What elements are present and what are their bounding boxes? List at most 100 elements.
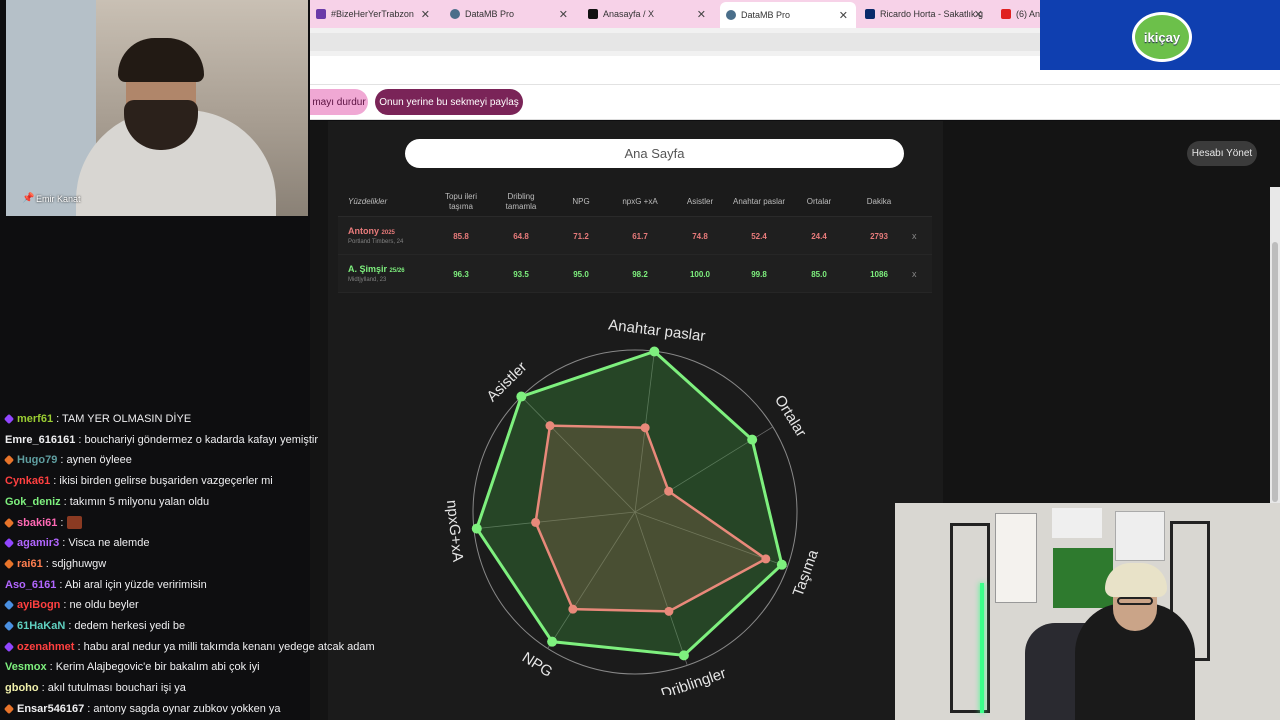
chat-text: : sdjghuwgw <box>45 557 107 570</box>
chat-message: rai61: sdjghuwgw <box>3 554 107 574</box>
chat-message: gboho: akıl tutulması bouchari işi ya <box>5 678 186 698</box>
address-bar[interactable] <box>310 33 1040 51</box>
chat-message: Aso_6161: Abi aral için yüzde veririmisi… <box>5 575 207 595</box>
subscriber-badge-icon[interactable] <box>3 455 15 466</box>
radar-point <box>547 636 558 647</box>
tab-favicon-icon <box>316 9 326 19</box>
tab-youtube[interactable]: (6) An <box>995 4 1040 24</box>
subscriber-badge-icon[interactable] <box>3 558 15 569</box>
radar-chart: Anahtar paslarOrtalarTaşımaDriblinglerNP… <box>443 317 822 695</box>
chat-username[interactable]: Aso_6161 <box>5 579 56 591</box>
chat-username[interactable]: merf61 <box>17 413 53 425</box>
chat-username[interactable]: Emre_616161 <box>5 434 75 446</box>
tab-x-home[interactable]: Anasayfa / X ✕ <box>582 4 714 24</box>
column-header[interactable]: NPG <box>553 187 609 217</box>
subscriber-badge-icon[interactable] <box>3 517 15 528</box>
remove-player-button[interactable]: x <box>912 255 917 293</box>
share-this-tab-button[interactable]: Onun yerine bu sekmeyi paylaş <box>375 89 523 115</box>
chat-username[interactable]: rai61 <box>17 558 43 570</box>
glasses <box>1117 597 1153 605</box>
table-row: A. Şimşir 25/26 Midtjylland, 23 96.3 93.… <box>338 255 932 293</box>
player-name[interactable]: Antony 2025 <box>348 226 395 236</box>
close-icon[interactable]: ✕ <box>974 8 983 21</box>
webcam-streamer <box>895 503 1280 720</box>
radar-point <box>531 517 541 527</box>
table-cell: 99.8 <box>751 269 767 279</box>
table-cell: 61.7 <box>632 231 648 241</box>
page-scrollbar[interactable] <box>1270 187 1280 507</box>
tab-datamb-pro[interactable]: DataMB Pro ✕ <box>444 4 576 24</box>
subscriber-badge-icon[interactable] <box>3 620 15 632</box>
subscriber-badge-icon[interactable] <box>3 641 15 652</box>
table-cell: 24.4 <box>811 231 827 241</box>
chat-message: Emre_616161: bouchariyi göndermez o kada… <box>5 430 318 450</box>
manage-account-button[interactable]: Hesabı Yönet <box>1187 141 1257 166</box>
chat-text: : ikisi birden gelirse buşariden vazgeçe… <box>53 475 273 488</box>
chat-username[interactable]: gboho <box>5 682 39 694</box>
tab-datamb-pro-active[interactable]: DataMB Pro ✕ <box>720 2 856 28</box>
search-input[interactable]: Ana Sayfa <box>405 139 904 168</box>
column-header[interactable]: Topu ileri taşıma <box>433 187 489 217</box>
radar-point <box>568 604 578 614</box>
table-cell: 71.2 <box>573 231 589 241</box>
chat-message: 61HaKaN: dedem herkesi yedi be <box>3 616 185 636</box>
column-header[interactable]: Ortalar <box>791 187 847 217</box>
chat-username[interactable]: Cynka61 <box>5 475 50 487</box>
chat-message: Gok_deniz: takımın 5 milyonu yalan oldu <box>5 492 209 512</box>
close-icon[interactable]: ✕ <box>559 8 568 21</box>
radar-axis-label: NPG <box>519 649 556 681</box>
webcam-name-label: Emir Kanat <box>36 194 81 204</box>
divider <box>310 84 1280 85</box>
table-cell: 2793 <box>870 231 888 241</box>
chat-message: agamir3: Visca ne alemde <box>3 533 149 553</box>
chat-username[interactable]: Ensar546167 <box>17 703 84 715</box>
remove-player-button[interactable]: x <box>912 217 917 255</box>
tab-favicon-icon <box>865 9 875 19</box>
tab-bizeheryertrabzon[interactable]: #BizeHerYerTrabzon ✕ <box>310 4 438 24</box>
subscriber-badge-icon[interactable] <box>3 600 15 611</box>
scrollbar-thumb[interactable] <box>1272 242 1278 502</box>
radar-point <box>545 421 555 431</box>
column-header[interactable]: Dribling tamamla <box>493 187 549 217</box>
chat-username[interactable]: ayiBogn <box>17 599 60 611</box>
player-name[interactable]: A. Şimşir 25/26 <box>348 264 405 274</box>
radar-point <box>649 346 660 357</box>
chat-username[interactable]: Gok_deniz <box>5 496 61 508</box>
close-icon[interactable]: ✕ <box>839 9 848 22</box>
chat-emote-icon <box>67 516 83 529</box>
column-header[interactable]: Asistler <box>672 187 728 217</box>
subscriber-badge-icon[interactable] <box>3 413 15 425</box>
person-hair <box>118 38 204 82</box>
chat-username[interactable]: Hugo79 <box>17 454 57 466</box>
radar-point <box>664 486 674 496</box>
pin-icon: 📌 <box>22 193 35 204</box>
chat-text: : akıl tutulması bouchari işi ya <box>41 682 186 695</box>
chat-username[interactable]: ozenahmet <box>17 641 74 653</box>
column-header[interactable]: Anahtar paslar <box>731 187 787 217</box>
chat-username[interactable]: agamir3 <box>17 537 59 549</box>
table-header: Yüzdelikler Topu ileri taşıma Dribling t… <box>338 187 932 217</box>
column-header[interactable]: npxG +xA <box>612 187 668 217</box>
radar-axis-label: Anahtar paslar <box>607 317 706 346</box>
browser-toolbar <box>310 28 1040 56</box>
close-icon[interactable]: ✕ <box>421 8 430 21</box>
column-header[interactable]: Dakika <box>851 187 907 217</box>
chat-username[interactable]: Vesmox <box>5 661 47 673</box>
subscriber-badge-icon[interactable] <box>3 538 15 549</box>
tab-ricardo-horta[interactable]: Ricardo Horta - Sakatlık g ✕ <box>859 4 991 24</box>
chat-message: Ensar546167: antony sagda oynar zubkov y… <box>3 699 281 719</box>
chat-username[interactable]: sbaki61 <box>17 517 57 529</box>
chat-text: : bouchariyi göndermez o kadarda kafayı … <box>78 433 319 446</box>
table-row: Antony 2025 Portland Timbers, 24 85.8 64… <box>338 217 932 255</box>
x-logo-icon <box>588 9 598 19</box>
tab-label: (6) An <box>1016 9 1040 19</box>
chat-username[interactable]: 61HaKaN <box>17 620 65 632</box>
stop-sharing-button[interactable]: mayı durdur <box>310 89 368 115</box>
close-icon[interactable]: ✕ <box>697 8 706 21</box>
chat-text: : ne oldu beyler <box>63 599 139 612</box>
shelf <box>950 523 990 713</box>
radar-point <box>761 554 771 564</box>
tab-favicon-icon <box>450 9 460 19</box>
subscriber-badge-icon[interactable] <box>3 703 15 714</box>
sponsor-logo-text: ikiçay <box>1143 30 1181 45</box>
